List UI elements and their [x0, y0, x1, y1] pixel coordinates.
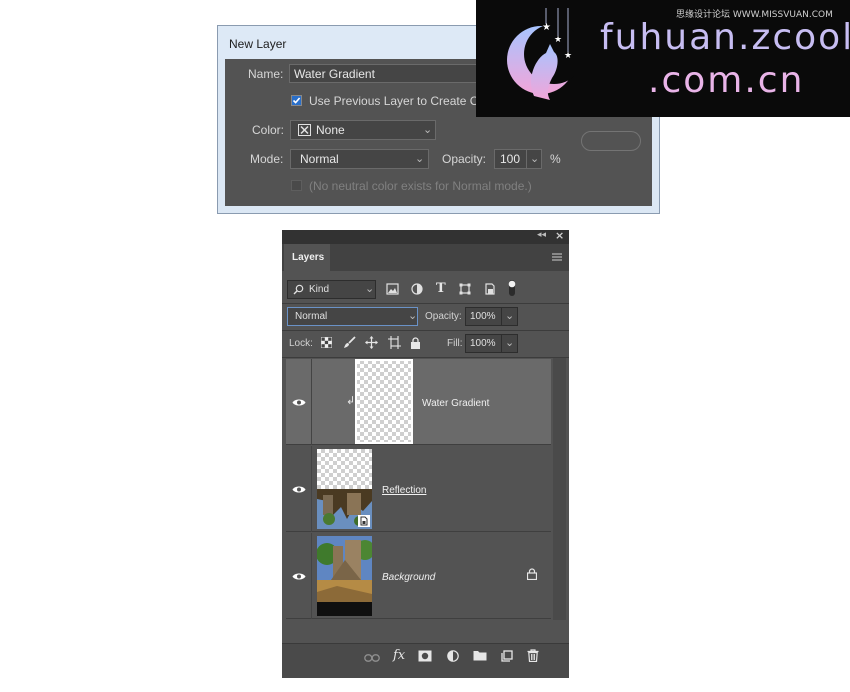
opacity-divider	[526, 150, 527, 168]
panel-menu-icon[interactable]	[552, 253, 562, 261]
name-value: Water Gradient	[294, 67, 375, 81]
adjustment-filter-icon[interactable]	[411, 283, 423, 295]
lock-label: Lock:	[289, 338, 313, 349]
chevron-down-icon: ⌄	[408, 310, 418, 322]
fill-label: Fill:	[447, 338, 463, 349]
color-value: None	[316, 123, 345, 137]
pixel-layer-filter-icon[interactable]	[386, 283, 399, 295]
visibility-toggle[interactable]	[286, 446, 312, 532]
cancel-button[interactable]	[581, 131, 641, 151]
layers-panel: ◂◂ × Layers Kind ⌄ T Normal ⌄ Opacity: 1…	[282, 229, 569, 678]
mode-label: Mode:	[250, 152, 284, 166]
cat-moon-logo-icon: ★ ★ ★	[507, 8, 576, 100]
layer-name[interactable]: Background	[382, 572, 435, 583]
chevron-down-icon: ⌄	[415, 153, 425, 165]
clip-checkbox-label: Use Previous Layer to Create C	[309, 94, 479, 108]
collapse-icon[interactable]: ◂◂	[537, 230, 546, 240]
search-icon	[293, 284, 304, 295]
tab-layers[interactable]: Layers	[284, 244, 330, 271]
add-mask-icon[interactable]	[418, 650, 432, 662]
layer-name[interactable]: Reflection	[382, 485, 436, 496]
checkmark-icon	[292, 96, 301, 105]
opacity-unit: %	[550, 152, 561, 166]
new-group-folder-icon[interactable]	[473, 650, 487, 661]
field-divider	[501, 335, 502, 352]
lock-position-move-icon[interactable]	[365, 336, 378, 349]
svg-text:★: ★	[564, 51, 572, 61]
delete-layer-trash-icon[interactable]	[527, 649, 539, 662]
filter-toggle-icon[interactable]	[507, 279, 517, 297]
fill-field[interactable]: 100% ⌄	[465, 334, 518, 353]
lock-artboard-icon[interactable]	[388, 336, 401, 349]
chevron-down-icon: ⌄	[423, 124, 433, 136]
opacity-field[interactable]: 100 ⌄	[494, 149, 542, 169]
separator	[282, 303, 569, 304]
lock-icon[interactable]	[527, 568, 537, 580]
watermark-line1: fuhuan.zcool	[600, 17, 850, 58]
dialog-title: New Layer	[229, 37, 287, 51]
eye-icon	[292, 573, 306, 580]
fx-icon[interactable]: fx	[393, 648, 405, 663]
fill-value: 100%	[470, 338, 496, 349]
lock-pixels-brush-icon[interactable]	[343, 336, 356, 349]
mode-select[interactable]: Normal ⌄	[290, 149, 429, 169]
separator	[282, 330, 569, 331]
thumbnail-transparent-area	[317, 449, 372, 489]
visibility-toggle[interactable]	[286, 533, 312, 619]
layer-thumbnail[interactable]	[317, 449, 372, 529]
watermark: ★ ★ ★ 思缘设计论坛 WWW.MISSVUAN.COM fuhuan.zco…	[476, 0, 850, 117]
opacity-label: Opacity:	[442, 152, 487, 166]
blend-mode-select[interactable]: Normal ⌄	[287, 307, 418, 326]
color-label: Color:	[252, 123, 285, 137]
background-image-icon[interactable]	[317, 536, 372, 616]
chevron-down-icon[interactable]: ⌄	[505, 336, 514, 349]
layers-footer-toolbar: fx	[282, 643, 569, 678]
eye-icon	[292, 399, 306, 406]
opacity-value: 100	[500, 152, 521, 166]
filter-kind-select[interactable]: Kind ⌄	[287, 280, 376, 299]
color-select[interactable]: None ⌄	[290, 120, 436, 140]
link-layers-icon[interactable]	[364, 653, 380, 663]
svg-text:★: ★	[554, 35, 562, 45]
tab-layers-label: Layers	[292, 252, 325, 263]
layer-name[interactable]: Water Gradient	[422, 398, 489, 409]
smart-object-filter-icon[interactable]	[484, 283, 496, 295]
layer-thumbnail[interactable]	[355, 359, 413, 444]
neutral-label: (No neutral color exists for Normal mode…	[309, 179, 532, 193]
layers-scrollbar[interactable]	[553, 358, 566, 620]
layer-row-reflection[interactable]: Reflection	[286, 446, 551, 532]
no-color-icon	[298, 124, 311, 136]
watermark-line2: .com.cn	[648, 60, 805, 101]
chevron-down-icon[interactable]: ⌄	[530, 152, 539, 165]
visibility-toggle[interactable]	[286, 359, 312, 445]
clip-checkbox[interactable]	[291, 95, 302, 106]
layer-opacity-value: 100%	[470, 311, 496, 322]
shape-filter-icon[interactable]	[459, 283, 471, 295]
clipping-arrow-icon: ↲	[346, 394, 356, 407]
new-adjustment-layer-icon[interactable]	[447, 650, 460, 663]
blend-mode-value: Normal	[295, 311, 328, 322]
eye-icon	[292, 486, 306, 493]
smart-object-badge-icon	[358, 515, 370, 527]
layer-row-water-gradient[interactable]: ↲ Water Gradient	[286, 359, 551, 445]
name-field[interactable]: Water Gradient	[289, 64, 489, 83]
field-divider	[501, 308, 502, 325]
close-icon[interactable]: ×	[555, 229, 564, 242]
new-layer-icon[interactable]	[501, 650, 513, 662]
name-label: Name:	[248, 67, 284, 81]
filter-kind-value: Kind	[309, 284, 330, 295]
separator	[282, 357, 569, 358]
chevron-down-icon[interactable]: ⌄	[505, 309, 514, 322]
lock-all-icon[interactable]	[410, 337, 421, 349]
chevron-down-icon: ⌄	[365, 283, 375, 295]
lock-transparent-icon[interactable]	[321, 337, 332, 348]
panel-top-strip: ◂◂ ×	[282, 229, 569, 244]
neutral-checkbox[interactable]	[291, 180, 302, 191]
opacity-label: Opacity:	[425, 311, 462, 322]
type-filter-icon[interactable]: T	[436, 281, 446, 296]
layer-row-background[interactable]: Background	[286, 533, 551, 619]
mode-value: Normal	[300, 152, 339, 166]
layer-opacity-field[interactable]: 100% ⌄	[465, 307, 518, 326]
svg-text:★: ★	[542, 22, 551, 33]
